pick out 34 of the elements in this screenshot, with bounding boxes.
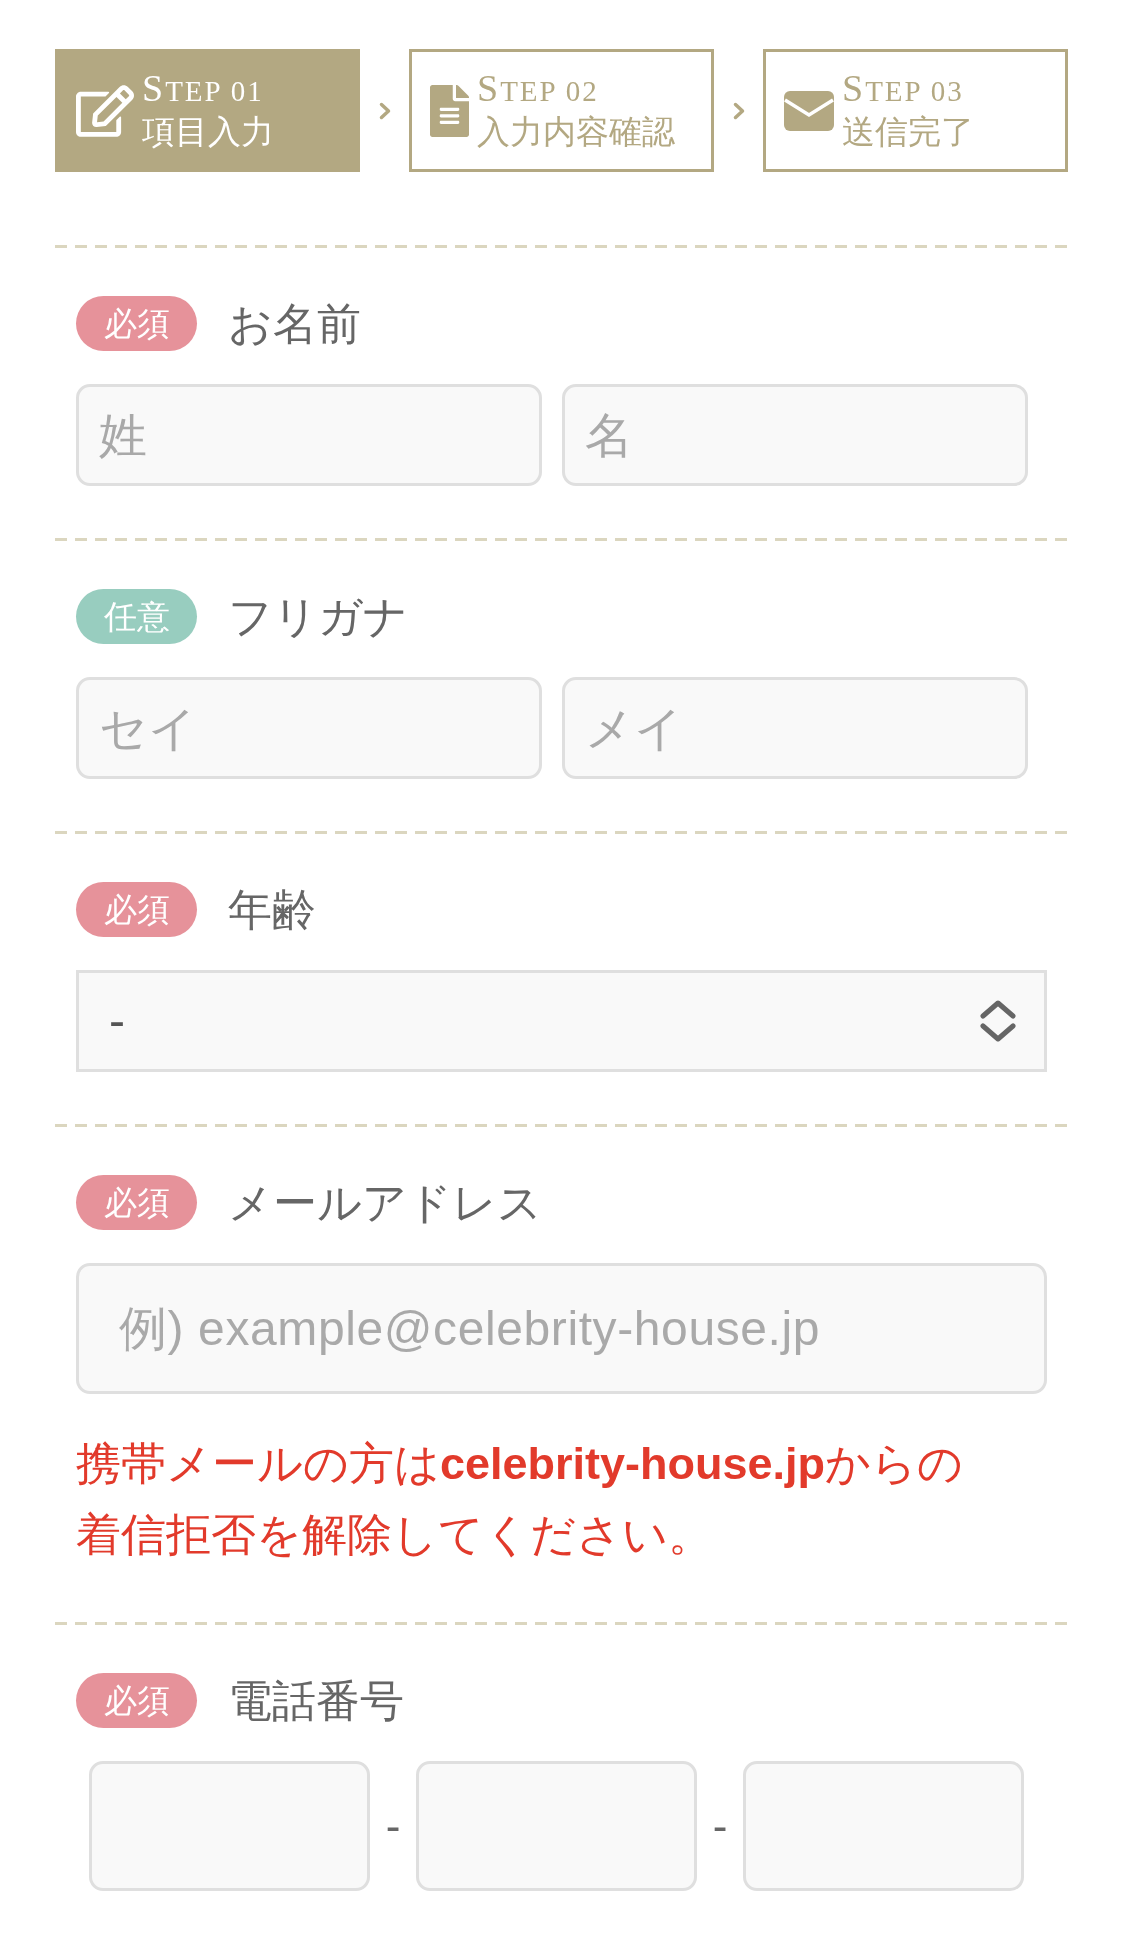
field-label: フリガナ	[228, 594, 408, 639]
step-number: STEP 03	[842, 68, 965, 111]
field-label: メールアドレス	[228, 1180, 542, 1225]
step-number: STEP 02	[477, 68, 600, 111]
step-title: 項目入力	[142, 113, 274, 152]
field-badge: 必須	[76, 1175, 197, 1230]
field-badge: 任意	[76, 589, 197, 644]
text-input[interactable]: セイ	[76, 677, 542, 779]
phone-input[interactable]	[89, 1761, 370, 1891]
text-input[interactable]: 姓	[76, 384, 542, 486]
field-badge: 必須	[76, 882, 197, 937]
edit-icon	[76, 84, 134, 137]
envelope-icon	[784, 90, 834, 131]
field-label: お名前	[228, 301, 361, 346]
phone-separator: -	[711, 1800, 729, 1852]
text-input[interactable]: 名	[562, 384, 1028, 486]
phone-input[interactable]	[416, 1761, 697, 1891]
field-badge: 必須	[76, 1673, 197, 1728]
chevrons-up-down-icon	[980, 999, 1016, 1043]
step-title: 入力内容確認	[477, 113, 675, 152]
select-field[interactable]: -	[76, 970, 1047, 1072]
chevron-right-icon	[378, 101, 391, 120]
phone-separator: -	[384, 1800, 402, 1852]
field-label: 電話番号	[228, 1678, 404, 1723]
chevron-right-icon	[732, 101, 745, 120]
email-input[interactable]: 例) example@celebrity-house.jp	[76, 1263, 1047, 1394]
field-label: 年齢	[228, 887, 316, 932]
step-title: 送信完了	[842, 113, 974, 152]
step-number: STEP 01	[142, 68, 265, 111]
notice-text: 携帯メールの方はcelebrity-house.jpからの着信拒否を解除してください。	[76, 1437, 965, 1562]
phone-input[interactable]	[743, 1761, 1024, 1891]
document-icon	[430, 84, 469, 137]
text-input[interactable]: メイ	[562, 677, 1028, 779]
field-badge: 必須	[76, 296, 197, 351]
